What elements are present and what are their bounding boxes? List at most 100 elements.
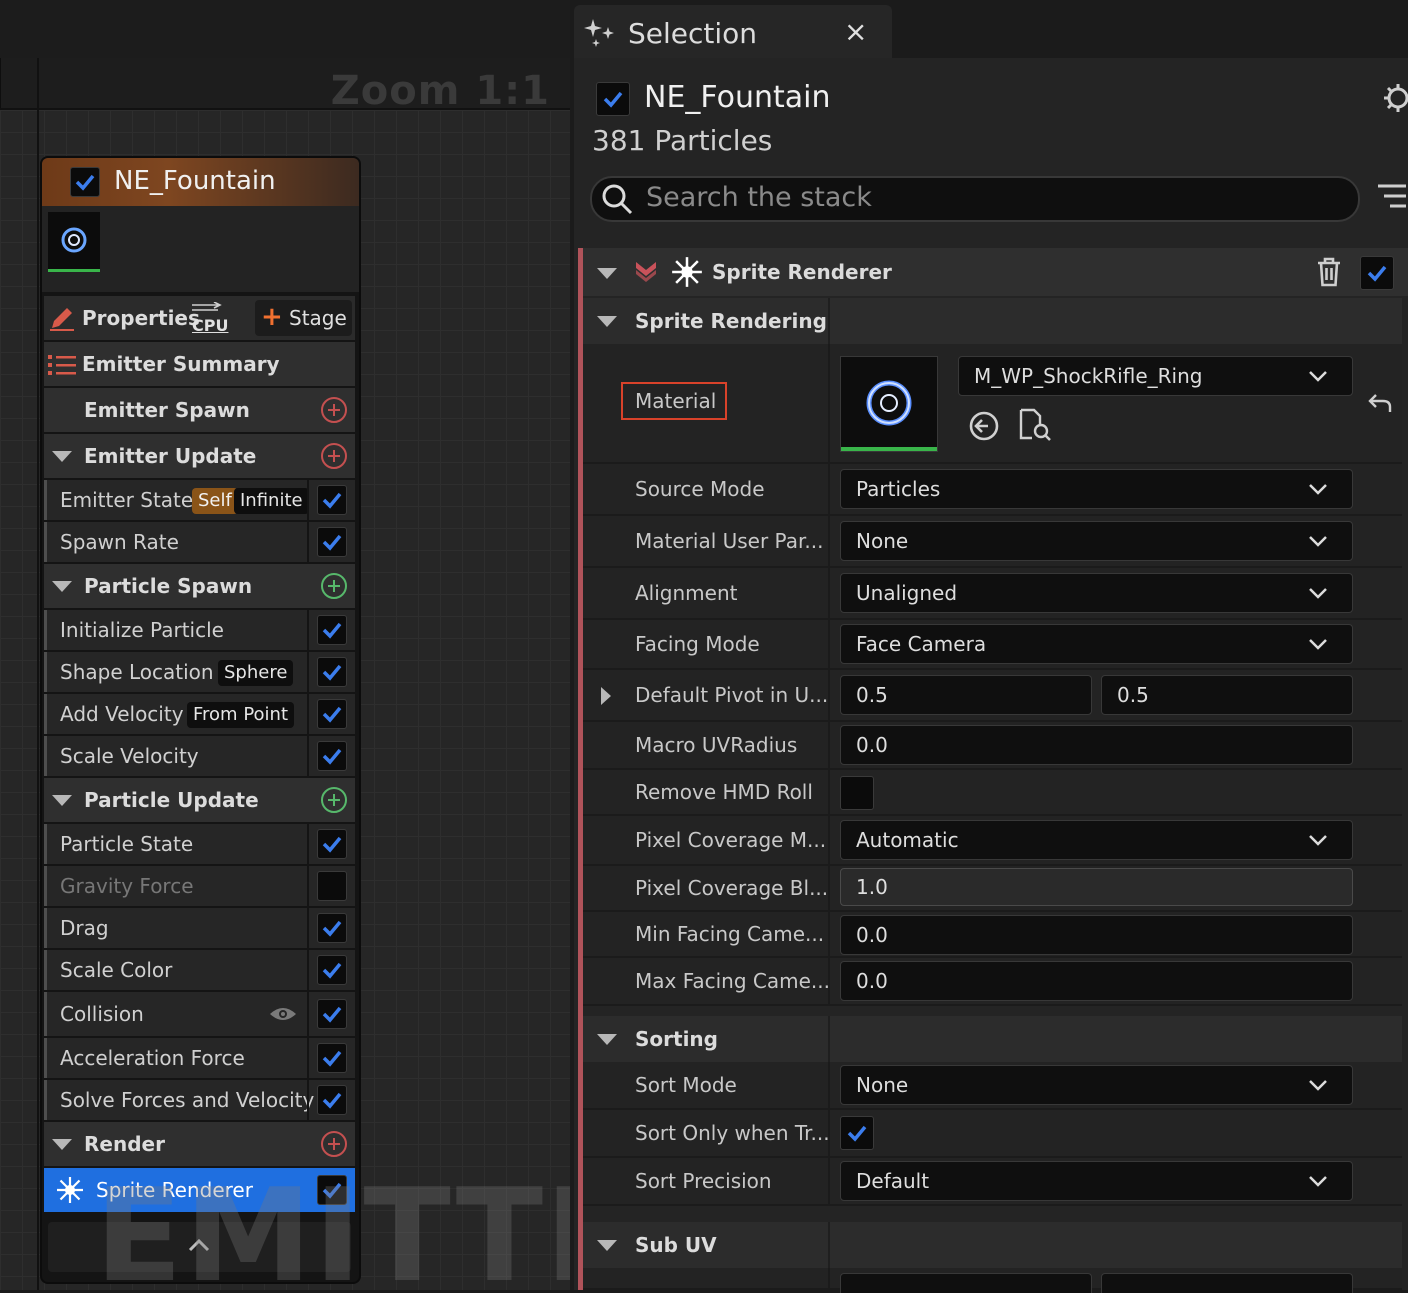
- sprite-renderer-header[interactable]: Sprite Renderer: [583, 248, 1408, 296]
- module-enable-checkbox[interactable]: [317, 615, 347, 645]
- module-enable-checkbox[interactable]: [317, 871, 347, 901]
- collapse-arrow-icon[interactable]: [597, 268, 617, 279]
- module-enable-checkbox[interactable]: [317, 955, 347, 985]
- collapse-arrow-icon[interactable]: [52, 1139, 72, 1150]
- macro-uv-radius-input[interactable]: 0.0: [840, 725, 1353, 765]
- module-emitter-state[interactable]: Emitter State Self Infinite: [44, 480, 355, 520]
- selection-sparkle-icon: [584, 17, 618, 53]
- module-enable-checkbox[interactable]: [317, 1085, 347, 1115]
- divider: [828, 516, 830, 566]
- section-particle-spawn[interactable]: Particle Spawn: [44, 564, 355, 608]
- module-solve-forces[interactable]: Solve Forces and Velocity: [44, 1080, 355, 1120]
- module-gravity-force[interactable]: Gravity Force: [44, 866, 355, 906]
- chevron-down-icon: [1309, 371, 1327, 382]
- facing-mode-dropdown[interactable]: Face Camera: [840, 624, 1353, 664]
- pixel-coverage-blend-input[interactable]: 1.0: [840, 868, 1353, 906]
- emitter-enable-checkbox[interactable]: [70, 167, 100, 197]
- sub-image-y-input[interactable]: [1101, 1273, 1353, 1293]
- add-module-button[interactable]: [321, 443, 347, 469]
- material-user-param-dropdown[interactable]: None: [840, 521, 1353, 561]
- properties-button[interactable]: Properties: [82, 296, 200, 340]
- prop-material-user-param: Material User Par... None: [583, 516, 1402, 568]
- module-scale-color[interactable]: Scale Color: [44, 950, 355, 990]
- sort-precision-dropdown[interactable]: Default: [840, 1161, 1353, 1201]
- prop-sort-precision: Sort Precision Default: [583, 1158, 1402, 1206]
- section-particle-update[interactable]: Particle Update: [44, 778, 355, 822]
- add-module-button[interactable]: [321, 397, 347, 423]
- expand-arrow-icon[interactable]: [600, 686, 612, 706]
- add-renderer-button[interactable]: [321, 1131, 347, 1157]
- renderer-title: Sprite Renderer: [712, 260, 892, 284]
- module-initialize-particle[interactable]: Initialize Particle: [44, 610, 355, 650]
- browse-asset-icon[interactable]: [1018, 408, 1052, 446]
- collapse-arrow-icon[interactable]: [597, 1240, 617, 1251]
- add-stage-button[interactable]: + Stage: [255, 300, 352, 336]
- module-collision[interactable]: Collision: [44, 992, 355, 1036]
- alignment-dropdown[interactable]: Unaligned: [840, 573, 1353, 613]
- module-acceleration-force[interactable]: Acceleration Force: [44, 1038, 355, 1078]
- close-tab-button[interactable]: ×: [844, 15, 867, 48]
- collapse-arrow-icon[interactable]: [597, 1034, 617, 1045]
- material-picker-dropdown[interactable]: M_WP_ShockRifle_Ring: [958, 356, 1353, 396]
- sub-image-x-input[interactable]: [840, 1273, 1092, 1293]
- add-module-button[interactable]: [321, 573, 347, 599]
- module-drag[interactable]: Drag: [44, 908, 355, 948]
- module-tag: From Point: [187, 702, 295, 728]
- module-scale-velocity[interactable]: Scale Velocity: [44, 736, 355, 776]
- add-module-button[interactable]: [321, 787, 347, 813]
- module-enable-checkbox[interactable]: [317, 527, 347, 557]
- remove-hmd-roll-checkbox[interactable]: [840, 776, 874, 810]
- emitter-summary-row[interactable]: Emitter Summary: [44, 342, 355, 386]
- divider: [828, 1268, 830, 1288]
- sort-only-when-checkbox[interactable]: [840, 1116, 874, 1150]
- emitter-node-header[interactable]: NE_Fountain: [42, 158, 359, 206]
- collapse-arrow-icon[interactable]: [52, 795, 72, 806]
- emitter-enable-checkbox[interactable]: [596, 82, 630, 116]
- renderer-enable-checkbox[interactable]: [1360, 256, 1394, 290]
- max-facing-input[interactable]: 0.0: [840, 961, 1353, 1001]
- module-particle-state[interactable]: Particle State: [44, 824, 355, 864]
- list-icon: [48, 354, 78, 380]
- source-mode-dropdown[interactable]: Particles: [840, 469, 1353, 509]
- min-facing-input[interactable]: 0.0: [840, 915, 1353, 955]
- node-graph-canvas[interactable]: Zoom 1:1 NE_Fountain Properties CPU + St…: [0, 0, 570, 1290]
- section-sorting[interactable]: Sorting: [583, 1016, 1402, 1062]
- divider: [828, 722, 830, 768]
- collapse-arrow-icon[interactable]: [52, 581, 72, 592]
- module-enable-checkbox[interactable]: [317, 699, 347, 729]
- pivot-y-input[interactable]: 0.5: [1101, 675, 1353, 715]
- module-enable-checkbox[interactable]: [317, 829, 347, 859]
- module-enable-checkbox[interactable]: [317, 741, 347, 771]
- stack-search-input[interactable]: Search the stack: [590, 176, 1360, 222]
- emitter-thumbnail[interactable]: [48, 212, 100, 272]
- properties-row: Properties CPU + Stage: [44, 296, 355, 340]
- module-spawn-rate[interactable]: Spawn Rate: [44, 522, 355, 562]
- module-enable-checkbox[interactable]: [317, 1043, 347, 1073]
- collapse-arrow-icon[interactable]: [52, 451, 72, 462]
- module-enable-checkbox[interactable]: [317, 913, 347, 943]
- trash-icon[interactable]: [1315, 256, 1343, 292]
- emitter-node[interactable]: NE_Fountain Properties CPU + Stage Emitt…: [40, 156, 361, 1284]
- divider: [828, 1110, 830, 1156]
- tab-selection[interactable]: Selection ×: [574, 5, 892, 58]
- section-sub-uv[interactable]: Sub UV: [583, 1222, 1402, 1268]
- module-enable-checkbox[interactable]: [317, 999, 347, 1029]
- material-thumbnail[interactable]: [840, 356, 938, 452]
- module-enable-checkbox[interactable]: [317, 657, 347, 687]
- section-emitter-update[interactable]: Emitter Update: [44, 434, 355, 478]
- section-sprite-rendering[interactable]: Sprite Rendering: [583, 298, 1402, 344]
- module-add-velocity[interactable]: Add Velocity From Point: [44, 694, 355, 734]
- collapse-arrow-icon[interactable]: [597, 316, 617, 327]
- sort-mode-dropdown[interactable]: None: [840, 1065, 1353, 1105]
- module-shape-location[interactable]: Shape Location Sphere: [44, 652, 355, 692]
- eye-icon[interactable]: [269, 1006, 297, 1026]
- section-render[interactable]: Render: [44, 1122, 355, 1166]
- use-selected-asset-icon[interactable]: [968, 410, 1000, 446]
- reset-to-default-icon[interactable]: [1367, 392, 1393, 418]
- filter-icon[interactable]: [1376, 182, 1406, 214]
- pixel-coverage-mode-dropdown[interactable]: Automatic: [840, 820, 1353, 860]
- module-enable-checkbox[interactable]: [317, 485, 347, 515]
- gear-icon[interactable]: [1378, 82, 1408, 118]
- section-emitter-spawn[interactable]: Emitter Spawn: [44, 388, 355, 432]
- pivot-x-input[interactable]: 0.5: [840, 675, 1092, 715]
